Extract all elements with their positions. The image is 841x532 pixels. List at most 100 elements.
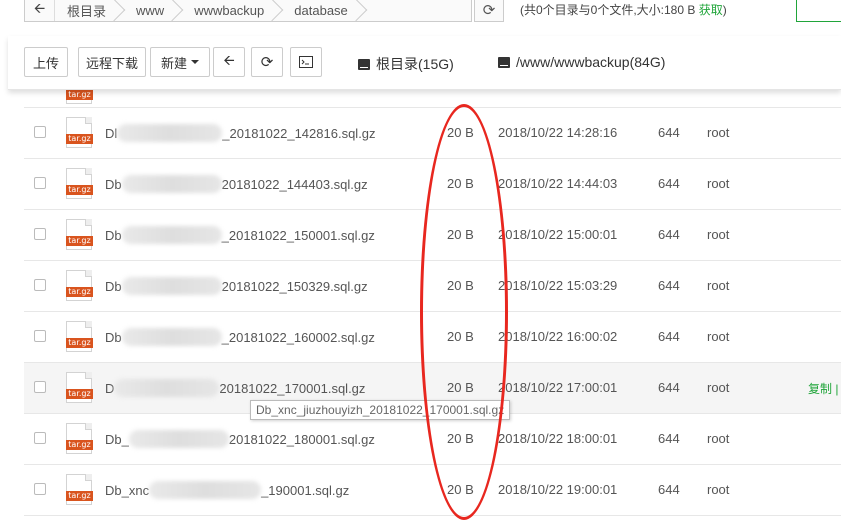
row-checkbox[interactable] bbox=[34, 381, 46, 393]
file-mtime: 2018/10/22 17:00:01 bbox=[498, 380, 618, 395]
file-name-suffix: 20181022_180001.sql.gz bbox=[228, 432, 375, 447]
row-checkbox[interactable] bbox=[34, 483, 46, 495]
file-name-prefix: Db bbox=[105, 228, 122, 243]
remote-download-button[interactable]: 远程下载 bbox=[78, 47, 146, 77]
breadcrumb-database[interactable]: database bbox=[282, 0, 366, 21]
refresh-icon[interactable]: ⟳ bbox=[474, 0, 504, 22]
arrow-left-icon[interactable]: 🡨 bbox=[213, 47, 245, 77]
table-row[interactable]: tar.gz Db 20181022_150329.sql.gz 20 B 2018/1… bbox=[24, 261, 841, 312]
row-checkbox[interactable] bbox=[34, 432, 46, 444]
file-name-prefix: Db_xnc bbox=[105, 483, 150, 498]
file-name-suffix: _20181022_150001.sql.gz bbox=[221, 228, 375, 243]
redacted-text bbox=[128, 430, 229, 448]
table-row[interactable]: tar.gz Db_ 20181022_180001.sql.gz 20 B 2018/… bbox=[24, 414, 841, 465]
new-dropdown-button[interactable]: 新建 bbox=[150, 47, 210, 77]
file-owner: root bbox=[707, 329, 730, 344]
file-name[interactable]: Db_xnc _190001.sql.gz bbox=[105, 481, 349, 499]
file-permission: 644 bbox=[658, 278, 680, 293]
hdd-icon bbox=[358, 58, 370, 70]
file-archive-icon: tar.gz bbox=[66, 423, 93, 454]
breadcrumb-wwwbackup[interactable]: wwwbackup bbox=[182, 0, 282, 21]
file-name-prefix: Dl bbox=[105, 126, 118, 141]
file-name[interactable]: Db _20181022_150001.sql.gz bbox=[105, 226, 375, 244]
copy-link[interactable]: 复制 | bbox=[808, 380, 838, 397]
upload-button[interactable]: 上传 bbox=[24, 47, 68, 77]
table-row[interactable]: tar.gz Dl _20181022_142816.sql.gz 20 B 2018/… bbox=[24, 108, 841, 159]
file-name[interactable]: Db 20181022_144403.sql.gz bbox=[105, 175, 368, 193]
file-type-tag: tar.gz bbox=[66, 185, 93, 195]
file-name-suffix: 20181022_150329.sql.gz bbox=[221, 279, 368, 294]
file-type-tag: tar.gz bbox=[66, 491, 93, 501]
file-owner: root bbox=[707, 227, 730, 242]
caret-down-icon bbox=[191, 60, 199, 64]
disk-wwwbackup[interactable]: /www/wwwbackup(84G) bbox=[498, 54, 665, 70]
file-owner: root bbox=[707, 278, 730, 293]
breadcrumb-www[interactable]: www bbox=[124, 0, 182, 21]
file-list: tar.gz tar.gz Dl _20181022_142816.sql.gz 20… bbox=[24, 73, 841, 532]
file-type-tag: tar.gz bbox=[66, 440, 93, 450]
terminal-icon[interactable] bbox=[290, 47, 322, 77]
refresh-icon[interactable]: ⟳ bbox=[251, 47, 283, 77]
file-name-prefix: D bbox=[105, 381, 115, 396]
file-name[interactable]: Db_ 20181022_180001.sql.gz bbox=[105, 430, 375, 448]
table-row[interactable]: tar.gz Db _20181022_160002.sql.gz 20 B 2018/… bbox=[24, 312, 841, 363]
file-permission: 644 bbox=[658, 176, 680, 191]
table-row[interactable]: tar.gz Db _20181022_150001.sql.gz 20 B 2018/… bbox=[24, 210, 841, 261]
file-name-suffix: _190001.sql.gz bbox=[261, 483, 350, 498]
file-size: 20 B bbox=[447, 380, 474, 395]
file-type-tag: tar.gz bbox=[66, 90, 93, 100]
file-permission: 644 bbox=[658, 380, 680, 395]
file-type-tag: tar.gz bbox=[66, 236, 93, 246]
file-mtime: 2018/10/22 15:00:01 bbox=[498, 227, 618, 242]
file-archive-icon: tar.gz bbox=[66, 117, 93, 148]
table-row[interactable]: tar.gz Db 20181022_144403.sql.gz 20 B 2018/1… bbox=[24, 159, 841, 210]
disk-root[interactable]: 根目录(15G) bbox=[358, 54, 454, 74]
file-name-suffix: 20181022_144403.sql.gz bbox=[221, 177, 368, 192]
file-mtime: 2018/10/22 14:44:03 bbox=[498, 176, 618, 191]
file-owner: root bbox=[707, 176, 730, 191]
file-name[interactable]: Db 20181022_150329.sql.gz bbox=[105, 277, 368, 295]
row-checkbox[interactable] bbox=[34, 177, 46, 189]
redacted-text bbox=[149, 481, 262, 499]
file-archive-icon: tar.gz bbox=[66, 321, 93, 352]
search-box[interactable] bbox=[796, 0, 841, 22]
file-owner: root bbox=[707, 482, 730, 497]
row-checkbox[interactable] bbox=[34, 279, 46, 291]
file-name-prefix: Db bbox=[105, 177, 122, 192]
file-type-tag: tar.gz bbox=[66, 338, 93, 348]
file-name-prefix: Db_ bbox=[105, 432, 129, 447]
file-name[interactable]: Dl _20181022_142816.sql.gz bbox=[105, 124, 376, 142]
file-mtime: 2018/10/22 18:00:01 bbox=[498, 431, 618, 446]
table-row[interactable]: tar.gz Db_xnc _190001.sql.gz 20 B 2018/10/22… bbox=[24, 465, 841, 516]
file-name-suffix: _20181022_160002.sql.gz bbox=[221, 330, 375, 345]
file-archive-icon: tar.gz bbox=[66, 168, 93, 199]
file-owner: root bbox=[707, 125, 730, 140]
redacted-text bbox=[121, 226, 222, 244]
file-name-suffix: _20181022_142816.sql.gz bbox=[222, 126, 376, 141]
file-archive-icon: tar.gz bbox=[66, 270, 93, 301]
row-checkbox[interactable] bbox=[34, 228, 46, 240]
redacted-text bbox=[121, 328, 222, 346]
file-name-prefix: Db bbox=[105, 279, 122, 294]
file-size: 20 B bbox=[447, 482, 474, 497]
directory-info: (共0个目录与0个文件,大小:180 B 获取) bbox=[520, 1, 727, 18]
file-permission: 644 bbox=[658, 125, 680, 140]
file-name[interactable]: D 20181022_170001.sql.gz bbox=[105, 379, 365, 397]
file-size: 20 B bbox=[447, 227, 474, 242]
file-name[interactable]: Db _20181022_160002.sql.gz bbox=[105, 328, 375, 346]
file-permission: 644 bbox=[658, 329, 680, 344]
fetch-size-link[interactable]: 获取 bbox=[699, 3, 723, 17]
breadcrumb[interactable]: 🡨 根目录 www wwwbackup database bbox=[24, 0, 472, 22]
redacted-text bbox=[121, 277, 222, 295]
hdd-icon bbox=[498, 56, 510, 68]
file-mtime: 2018/10/22 16:00:02 bbox=[498, 329, 618, 344]
row-checkbox[interactable] bbox=[34, 330, 46, 342]
file-mtime: 2018/10/22 15:03:29 bbox=[498, 278, 618, 293]
file-type-tag: tar.gz bbox=[66, 134, 93, 144]
file-archive-icon: tar.gz bbox=[66, 474, 93, 505]
file-archive-icon: tar.gz bbox=[66, 372, 93, 403]
breadcrumb-root[interactable]: 根目录 bbox=[55, 0, 124, 21]
file-archive-icon: tar.gz bbox=[66, 219, 93, 250]
arrow-left-icon[interactable]: 🡨 bbox=[25, 0, 55, 21]
row-checkbox[interactable] bbox=[34, 126, 46, 138]
